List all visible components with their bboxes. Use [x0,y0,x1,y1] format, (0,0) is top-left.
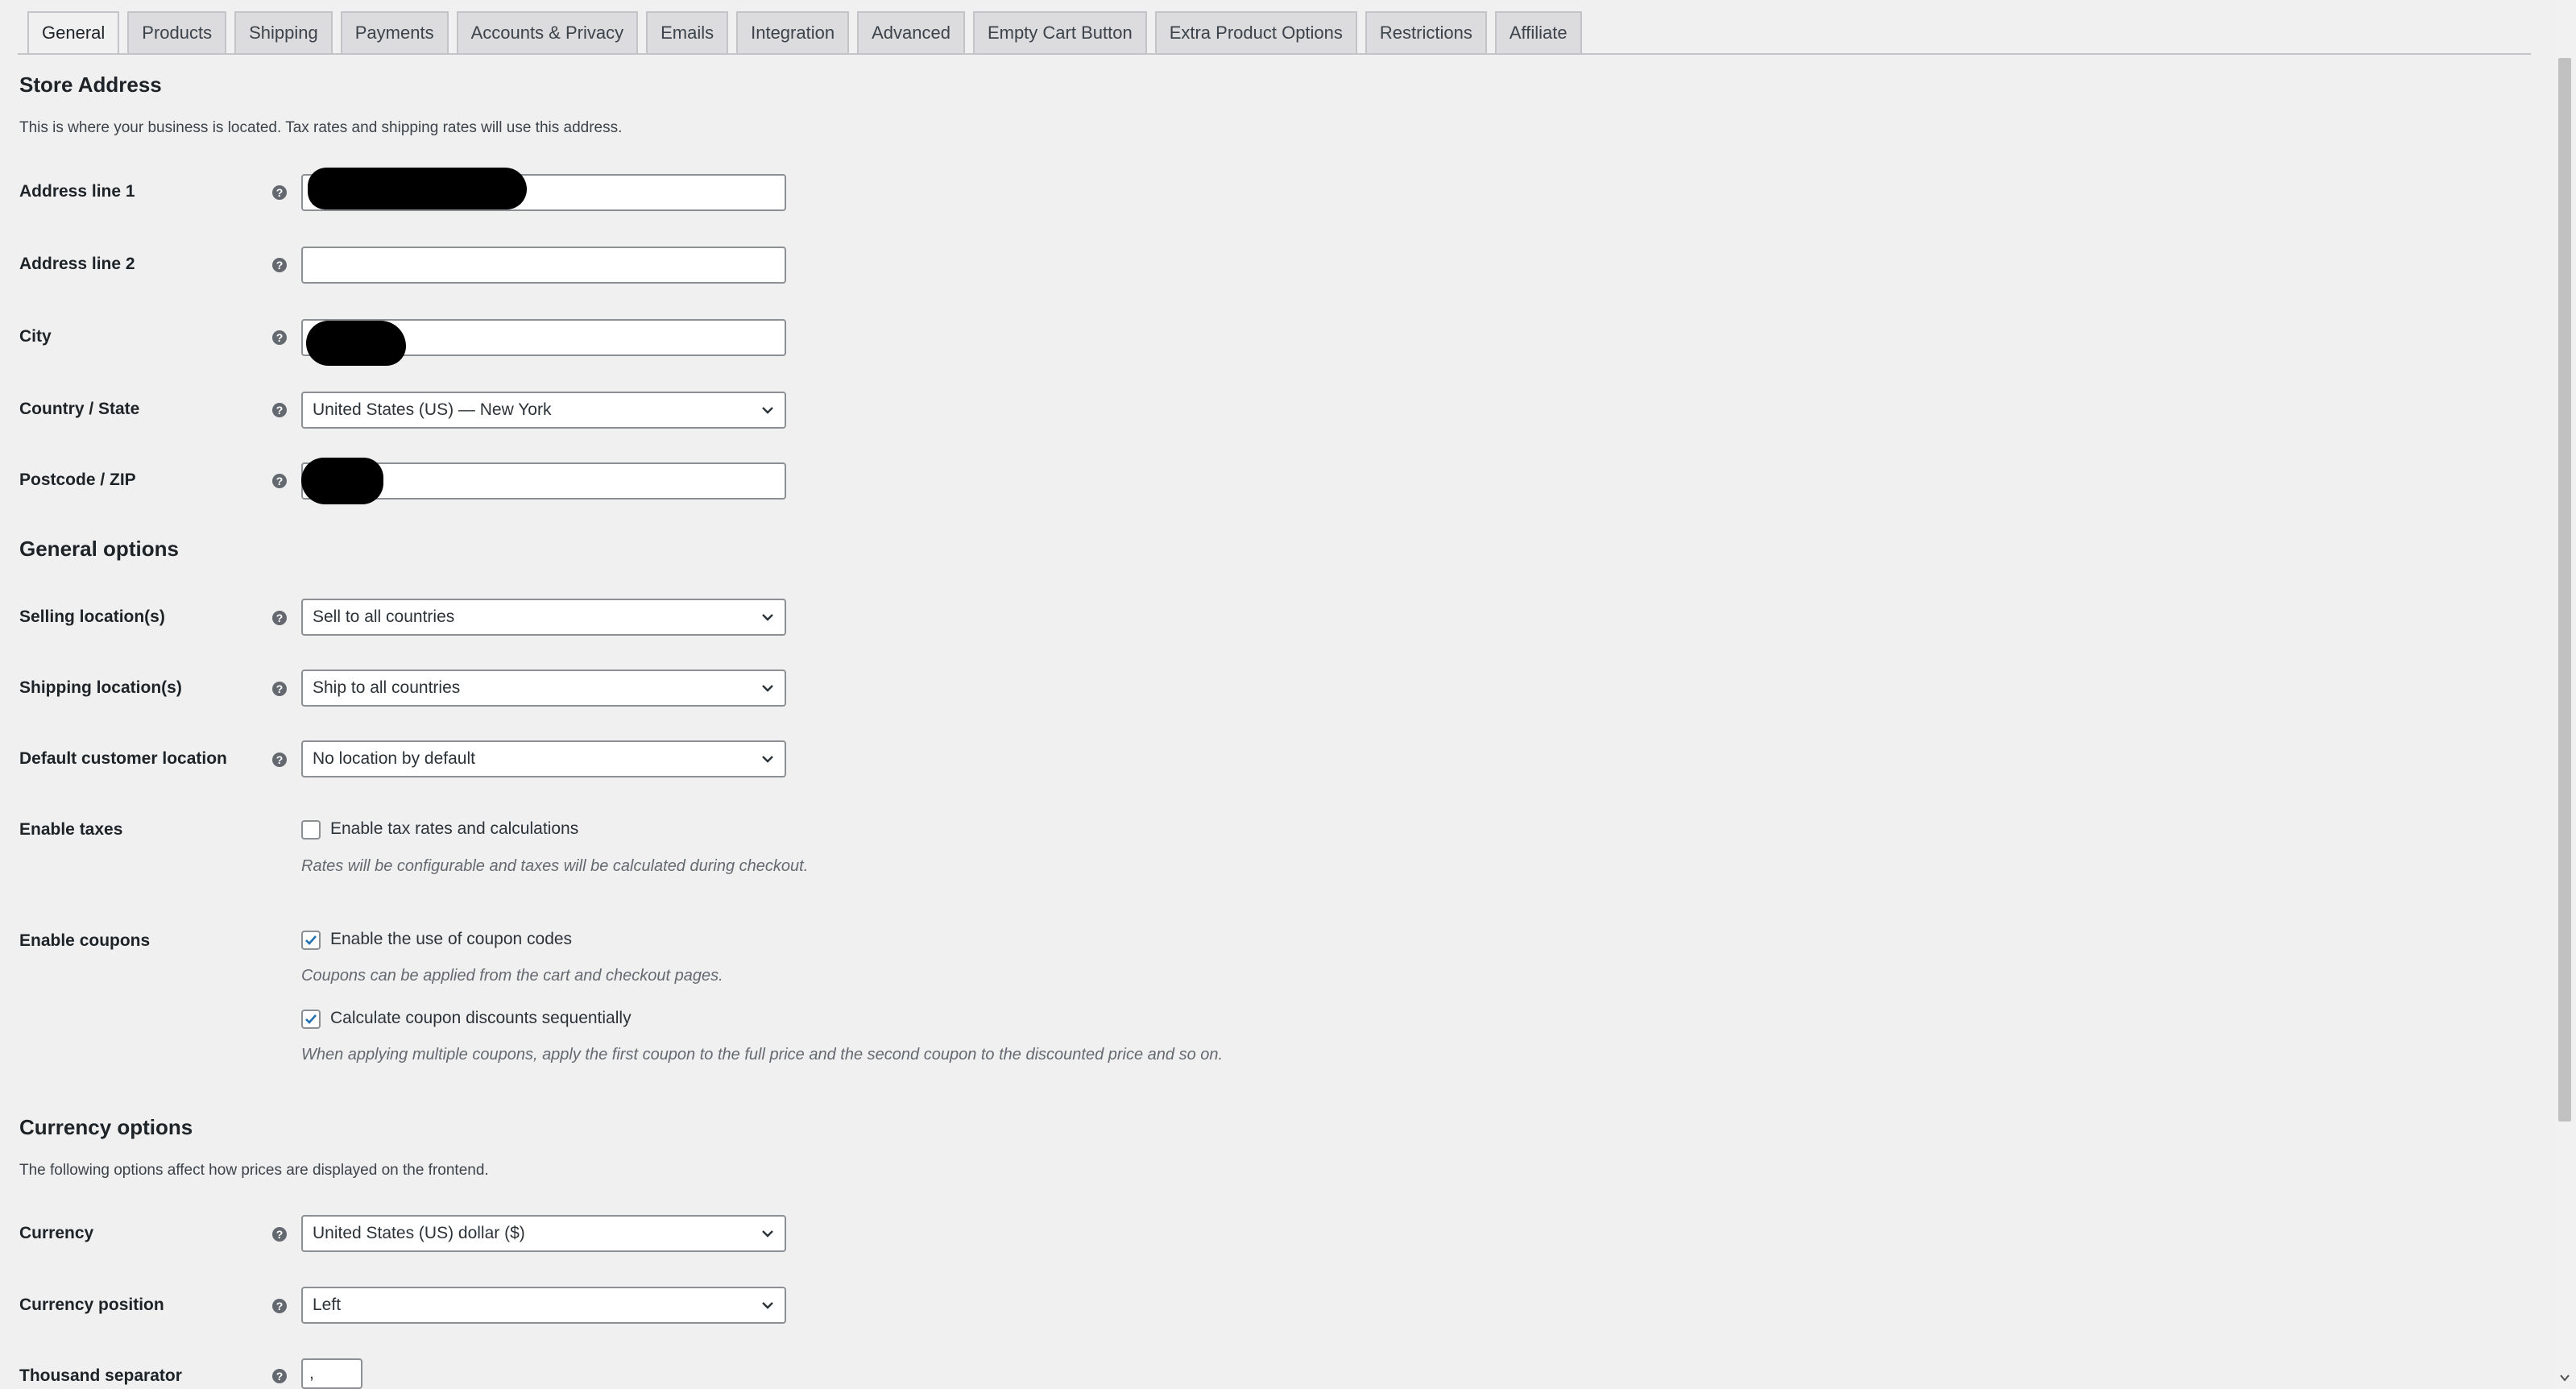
enable-taxes-label: Enable taxes [19,820,123,839]
checkmark-icon [305,935,317,945]
chevron-down-icon [762,1230,773,1238]
tab-advanced[interactable]: Advanced [857,11,965,53]
default-customer-location-value: No location by default [313,749,475,768]
currency-options-description: The following options affect how prices … [19,1162,489,1179]
shipping-locations-label: Shipping location(s) [19,678,182,697]
default-customer-location-label: Default customer location [19,749,227,768]
tab-products[interactable]: Products [127,11,227,53]
checkmark-icon [305,1014,317,1024]
help-circle-icon[interactable]: ? [272,1299,287,1313]
tab-empty-cart-button[interactable]: Empty Cart Button [972,11,1147,53]
selling-locations-select[interactable]: Sell to all countries [301,599,786,636]
tabs-divider [18,53,2531,55]
postcode-label: Postcode / ZIP [19,471,136,489]
help-circle-icon[interactable]: ? [272,403,287,417]
help-circle-icon[interactable]: ? [272,1369,287,1383]
tab-general[interactable]: General [27,11,120,53]
scroll-down-arrow-icon[interactable] [2558,1371,2571,1384]
redaction-scribble [308,168,527,209]
enable-taxes-checkbox-label[interactable]: Enable tax rates and calculations [330,819,578,839]
selling-locations-label: Selling location(s) [19,607,165,626]
sequential-coupons-checkbox[interactable] [301,1010,321,1029]
default-customer-location-select[interactable]: No location by default [301,740,786,777]
tab-affiliate[interactable]: Affiliate [1494,11,1582,53]
help-circle-icon[interactable]: ? [272,682,287,696]
enable-taxes-checkbox[interactable] [301,820,321,840]
sequential-coupons-hint: When applying multiple coupons, apply th… [301,1046,1224,1064]
tab-emails[interactable]: Emails [646,11,729,53]
sequential-coupons-checkbox-label[interactable]: Calculate coupon discounts sequentially [330,1009,632,1028]
currency-value: United States (US) dollar ($) [313,1224,525,1242]
settings-tabs: General Products Shipping Payments Accou… [27,11,1590,53]
help-circle-icon[interactable]: ? [272,330,287,345]
chevron-down-icon [762,756,773,763]
tab-restrictions[interactable]: Restrictions [1365,11,1487,53]
tab-payments[interactable]: Payments [340,11,449,53]
shipping-locations-value: Ship to all countries [313,678,461,697]
enable-coupons-checkbox-label[interactable]: Enable the use of coupon codes [330,930,572,949]
chevron-down-icon [762,1302,773,1309]
thousand-separator-input[interactable] [301,1358,362,1389]
chevron-down-icon [762,685,773,692]
currency-label: Currency [19,1224,94,1242]
enable-coupons-checkbox[interactable] [301,931,321,950]
store-address-heading: Store Address [19,73,162,97]
enable-coupons-label: Enable coupons [19,931,151,950]
redaction-scribble [306,321,406,366]
settings-page: General Products Shipping Payments Accou… [0,0,2553,1389]
chevron-down-icon [762,614,773,621]
store-address-description: This is where your business is located. … [19,119,623,136]
tab-integration[interactable]: Integration [736,11,850,53]
tab-accounts-privacy[interactable]: Accounts & Privacy [456,11,639,53]
help-circle-icon[interactable]: ? [272,185,287,200]
currency-options-heading: Currency options [19,1115,193,1139]
scrollbar-thumb[interactable] [2558,58,2571,1122]
currency-position-select[interactable]: Left [301,1287,786,1324]
redaction-scribble [301,458,383,504]
address-line-2-label: Address line 2 [19,255,135,273]
help-circle-icon[interactable]: ? [272,474,287,488]
currency-position-value: Left [313,1296,342,1314]
country-state-label: Country / State [19,400,140,418]
address-line-2-input[interactable] [301,247,786,284]
tab-extra-product-options[interactable]: Extra Product Options [1154,11,1357,53]
thousand-separator-label: Thousand separator [19,1366,182,1385]
currency-position-label: Currency position [19,1296,164,1314]
tab-shipping[interactable]: Shipping [234,11,333,53]
help-circle-icon[interactable]: ? [272,258,287,272]
address-line-1-label: Address line 1 [19,182,135,201]
enable-taxes-hint: Rates will be configurable and taxes wil… [301,857,809,875]
enable-coupons-hint: Coupons can be applied from the cart and… [301,967,723,985]
country-state-value: United States (US) — New York [313,400,552,419]
help-circle-icon[interactable]: ? [272,611,287,625]
currency-select[interactable]: United States (US) dollar ($) [301,1215,786,1252]
country-state-select[interactable]: United States (US) — New York [301,392,786,429]
chevron-down-icon [762,407,773,414]
selling-locations-value: Sell to all countries [313,607,455,626]
help-circle-icon[interactable]: ? [272,1227,287,1242]
general-options-heading: General options [19,537,179,561]
city-label: City [19,327,52,346]
help-circle-icon[interactable]: ? [272,753,287,767]
shipping-locations-select[interactable]: Ship to all countries [301,670,786,707]
